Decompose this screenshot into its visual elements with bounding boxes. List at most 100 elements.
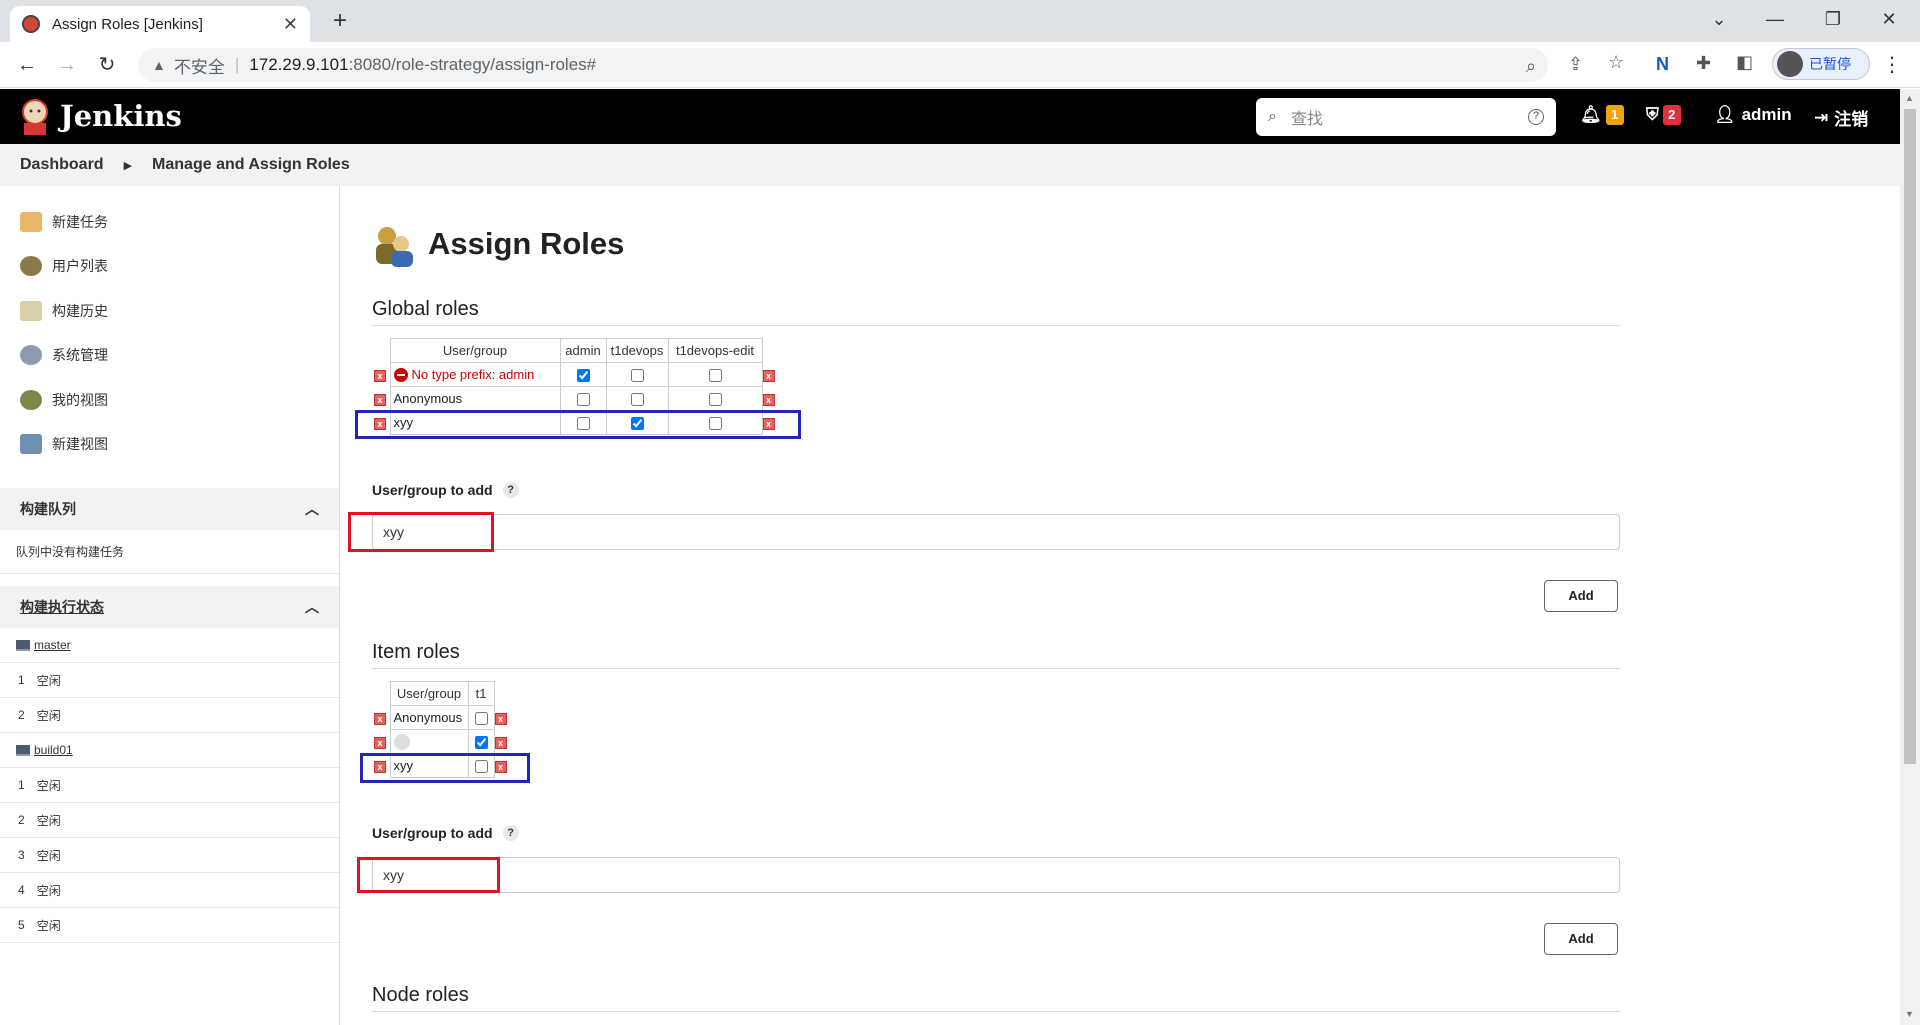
role-checkbox[interactable] — [708, 393, 722, 407]
collapse-icon[interactable]: ︿ — [305, 499, 319, 519]
item-user-input[interactable]: xyy — [372, 857, 1620, 893]
breadcrumb: Dashboard ▶ Manage and Assign Roles — [0, 144, 1900, 186]
search-input[interactable]: 查找 — [1291, 105, 1528, 129]
delete-row-icon[interactable]: x — [494, 736, 507, 749]
security-badge: 2 — [1662, 105, 1681, 125]
back-icon[interactable]: ← — [12, 50, 42, 80]
help-icon[interactable]: ? — [502, 482, 519, 498]
logout-link[interactable]: ⇥ 注销 — [1814, 105, 1868, 130]
executor-status: 空闲 — [36, 918, 61, 933]
reload-icon[interactable]: ↻ — [92, 50, 122, 80]
bookmark-star-icon[interactable]: ☆ — [1608, 52, 1624, 73]
extension-n-icon[interactable]: N — [1656, 54, 1669, 75]
sidebar-item-label: 我的视图 — [52, 392, 108, 408]
sidebar: 新建任务 用户列表 构建历史 系统管理 我的视图 新建视图 构建队列 ︿ 队列中… — [0, 186, 340, 1025]
role-checkbox[interactable] — [576, 369, 590, 383]
build-queue-header[interactable]: 构建队列 ︿ — [0, 488, 339, 530]
column-header: admin — [559, 338, 607, 363]
browser-tab[interactable]: Assign Roles [Jenkins] ✕ — [10, 6, 310, 42]
scroll-up-icon[interactable]: ▲ — [1905, 93, 1914, 103]
url-host: 172.29.9.101 — [249, 55, 349, 74]
executor-status: 空闲 — [36, 673, 61, 688]
role-checkbox[interactable] — [474, 712, 488, 726]
delete-row-icon[interactable]: x — [374, 393, 386, 406]
minimize-icon[interactable]: — — [1752, 6, 1798, 32]
browser-menu-icon[interactable]: ⋮ — [1882, 52, 1902, 77]
executors-title[interactable]: 构建执行状态 — [20, 597, 305, 617]
scrollbar[interactable]: ▲ ▼ — [1900, 89, 1920, 1025]
executor-status: 空闲 — [36, 708, 61, 723]
sidebar-item-manage[interactable]: 系统管理 — [20, 343, 108, 367]
delete-row-icon[interactable]: x — [374, 369, 386, 382]
executor-row: 1 空闲 — [0, 768, 339, 803]
bell-icon: 🔔︎ — [1580, 105, 1602, 124]
address-bar[interactable]: ▲ 不安全 | 172.29.9.101 :8080/role-strategy… — [138, 48, 1548, 82]
notepad-icon — [20, 301, 42, 321]
tab-search-icon[interactable]: ⌄ — [1696, 6, 1742, 32]
delete-row-icon[interactable]: x — [494, 712, 507, 725]
restore-icon[interactable]: ❐ — [1810, 6, 1856, 32]
sidebar-item-label: 构建历史 — [52, 303, 108, 319]
sidebar-item-new-job[interactable]: 新建任务 — [20, 210, 108, 234]
role-checkbox[interactable] — [630, 369, 644, 383]
node-name[interactable]: master — [34, 638, 71, 652]
side-panel-icon[interactable]: ◧ — [1736, 52, 1753, 73]
delete-row-icon[interactable]: x — [762, 393, 775, 406]
node-master[interactable]: master — [0, 628, 339, 663]
scroll-down-icon[interactable]: ▼ — [1905, 1009, 1914, 1019]
extensions-puzzle-icon[interactable]: ✚ — [1696, 53, 1711, 74]
jenkins-title[interactable]: Jenkins — [60, 99, 182, 133]
sidebar-item-my-views[interactable]: 我的视图 — [20, 388, 108, 412]
executor-num: 1 — [18, 778, 25, 792]
node-build01[interactable]: build01 — [0, 733, 339, 768]
new-tab-button[interactable]: + — [326, 8, 354, 36]
collapse-icon[interactable]: ︿ — [305, 597, 319, 617]
empty-text: 队列中没有构建任务 — [16, 545, 125, 559]
delete-row-icon[interactable]: x — [762, 369, 775, 382]
user-name: No type prefix: admin — [411, 366, 535, 382]
share-icon[interactable]: ⇪ — [1568, 54, 1583, 75]
item-add-button[interactable]: Add — [1544, 923, 1618, 955]
delete-row-icon[interactable]: x — [374, 736, 386, 749]
column-header: t1devops — [605, 338, 669, 363]
column-header: User/group — [389, 681, 469, 706]
breadcrumb-dashboard[interactable]: Dashboard — [20, 156, 104, 174]
node-name[interactable]: build01 — [34, 743, 73, 757]
close-window-icon[interactable]: ✕ — [1866, 6, 1912, 32]
forward-icon[interactable]: → — [52, 50, 82, 80]
executor-num: 2 — [18, 708, 25, 722]
role-checkbox[interactable] — [708, 369, 722, 383]
delete-row-icon[interactable]: x — [374, 712, 386, 725]
zoom-icon[interactable]: ⌕ — [1526, 56, 1536, 77]
security-button[interactable]: ⛨ 2 — [1646, 105, 1681, 125]
role-checkbox[interactable] — [576, 393, 590, 407]
page-title: Assign Roles — [428, 226, 625, 261]
search-box[interactable]: ⌕ 查找 ? — [1256, 98, 1556, 136]
executors-header[interactable]: 构建执行状态 ︿ — [0, 586, 339, 628]
tab-title: Assign Roles [Jenkins] — [52, 15, 203, 33]
help-icon[interactable]: ? — [502, 825, 519, 841]
notifications-button[interactable]: 🔔︎ 1 — [1580, 105, 1624, 125]
notification-badge: 1 — [1605, 105, 1624, 125]
sidebar-item-new-view[interactable]: 新建视图 — [20, 432, 108, 456]
error-icon — [393, 368, 408, 383]
global-add-button[interactable]: Add — [1544, 580, 1618, 612]
role-checkbox[interactable] — [474, 736, 488, 750]
column-header: User/group — [389, 338, 561, 363]
breadcrumb-current[interactable]: Manage and Assign Roles — [152, 156, 350, 174]
user-link[interactable]: 👤︎ admin — [1714, 105, 1792, 125]
tab-close-icon[interactable]: ✕ — [283, 14, 298, 35]
search-help-icon[interactable]: ? — [1528, 109, 1544, 125]
global-user-input[interactable]: xyy — [372, 514, 1620, 550]
scroll-thumb[interactable] — [1904, 109, 1916, 764]
jenkins-logo-icon[interactable] — [18, 97, 52, 137]
table-row: x Anonymous x — [374, 705, 510, 730]
sidebar-item-label: 新建任务 — [52, 214, 108, 230]
sidebar-item-build-history[interactable]: 构建历史 — [20, 299, 108, 323]
sidebar-item-people[interactable]: 用户列表 — [20, 254, 108, 278]
chevron-right-icon[interactable]: ▶ — [124, 159, 132, 172]
executor-num: 5 — [18, 918, 25, 932]
table-header-row: User/group t1 — [374, 681, 510, 706]
role-checkbox[interactable] — [630, 393, 644, 407]
profile-button[interactable]: 已暂停 — [1772, 48, 1870, 80]
